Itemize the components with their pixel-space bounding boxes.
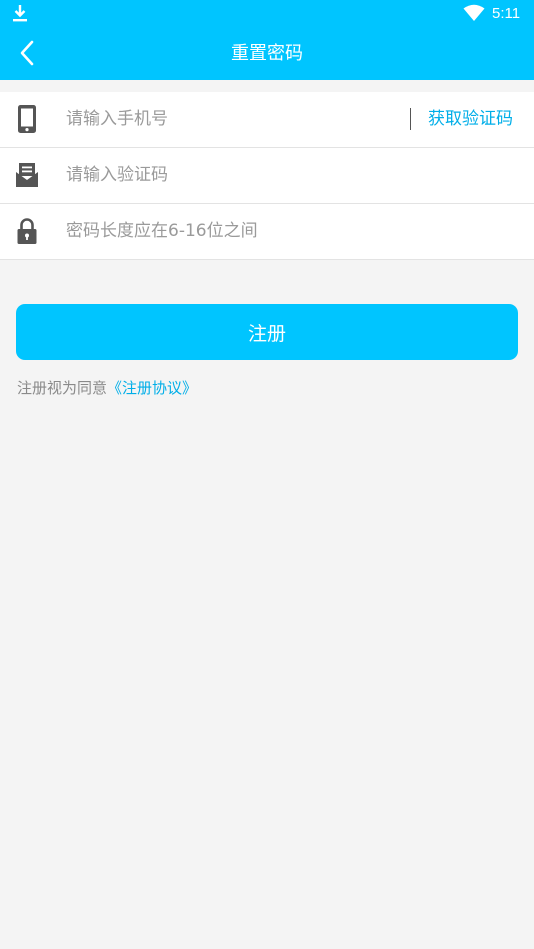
- download-icon: [13, 5, 27, 22]
- password-row: [0, 204, 534, 259]
- password-input[interactable]: [66, 216, 396, 246]
- register-button[interactable]: 注册: [16, 304, 518, 360]
- phone-icon: [18, 105, 36, 133]
- header: 重置密码: [0, 28, 534, 80]
- agreement-link[interactable]: 《注册协议》: [107, 379, 197, 397]
- phone-row: 获取验证码: [0, 92, 534, 148]
- agreement-text: 注册视为同意《注册协议》: [17, 378, 197, 398]
- get-code-button[interactable]: 获取验证码: [428, 108, 513, 130]
- vertical-divider: [410, 108, 411, 130]
- reset-form: 获取验证码: [0, 92, 534, 260]
- wifi-icon: [463, 4, 485, 21]
- agreement-prefix: 注册视为同意: [17, 379, 108, 397]
- status-bar: 5:11: [0, 0, 534, 28]
- code-row: [0, 148, 534, 204]
- page-title: 重置密码: [231, 43, 303, 64]
- code-input[interactable]: [66, 160, 396, 190]
- lock-icon: [17, 218, 37, 244]
- mail-icon: [16, 163, 38, 187]
- status-time: 5:11: [492, 5, 521, 22]
- phone-input[interactable]: [66, 104, 396, 134]
